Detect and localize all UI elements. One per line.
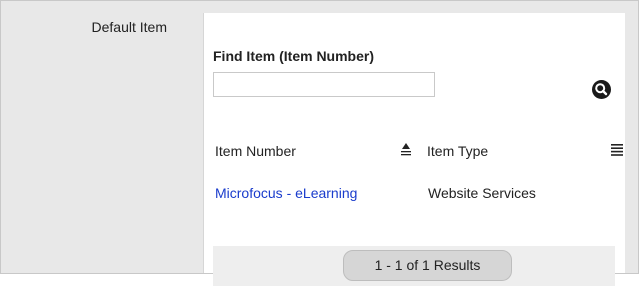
default-item-label: Default Item <box>91 19 167 35</box>
results-count-badge: 1 - 1 of 1 Results <box>343 250 512 281</box>
column-menu-icon[interactable] <box>611 144 623 156</box>
find-item-title: Find Item (Item Number) <box>213 48 375 64</box>
item-finder-panel: Find Item (Item Number) Item Number Item… <box>203 13 625 286</box>
item-type-cell: Website Services <box>428 185 536 201</box>
column-header-item-type[interactable]: Item Type <box>427 143 488 159</box>
search-icon[interactable] <box>592 80 611 99</box>
pagination-bar: 1 - 1 of 1 Results <box>213 246 615 286</box>
column-header-item-number[interactable]: Item Number <box>215 143 296 159</box>
item-number-link[interactable]: Microfocus - eLearning <box>215 183 365 203</box>
sort-ascending-icon[interactable] <box>400 142 412 156</box>
item-number-search-input[interactable] <box>213 72 435 97</box>
form-row: Default Item Find Item (Item Number) Ite… <box>0 0 639 286</box>
